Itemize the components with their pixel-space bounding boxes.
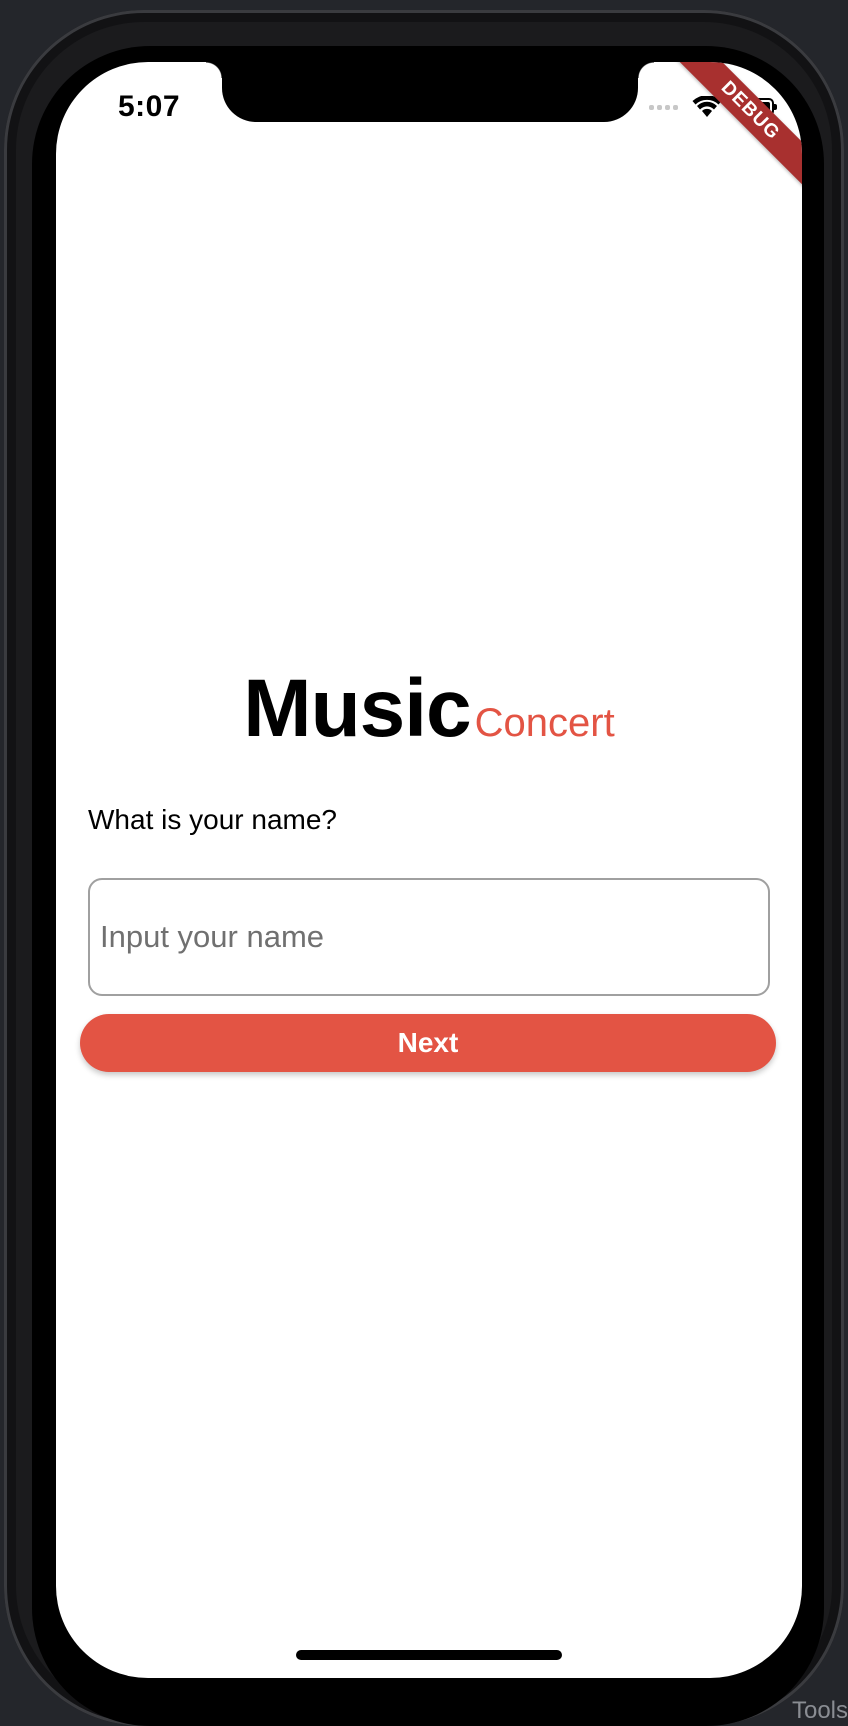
- logo-secondary-text: Concert: [474, 701, 615, 745]
- home-indicator[interactable]: [296, 1650, 562, 1660]
- ide-toolbar-label: Tools: [791, 1697, 848, 1724]
- device-notch: [206, 62, 654, 122]
- name-question-label: What is your name?: [88, 804, 337, 835]
- logo-primary-text: Music: [243, 663, 471, 754]
- status-time: 5:07: [118, 90, 181, 123]
- signal-icon: [649, 104, 678, 110]
- app-screen: 5:07 DEBUG Music Concert What is your nam…: [56, 62, 802, 1678]
- app-logo: Music Concert: [56, 662, 802, 756]
- desktop-background: Tools 5:07 DEBUG Music Concert What is yo…: [0, 0, 848, 1726]
- next-button[interactable]: Next: [80, 1014, 776, 1072]
- name-input[interactable]: [88, 878, 770, 996]
